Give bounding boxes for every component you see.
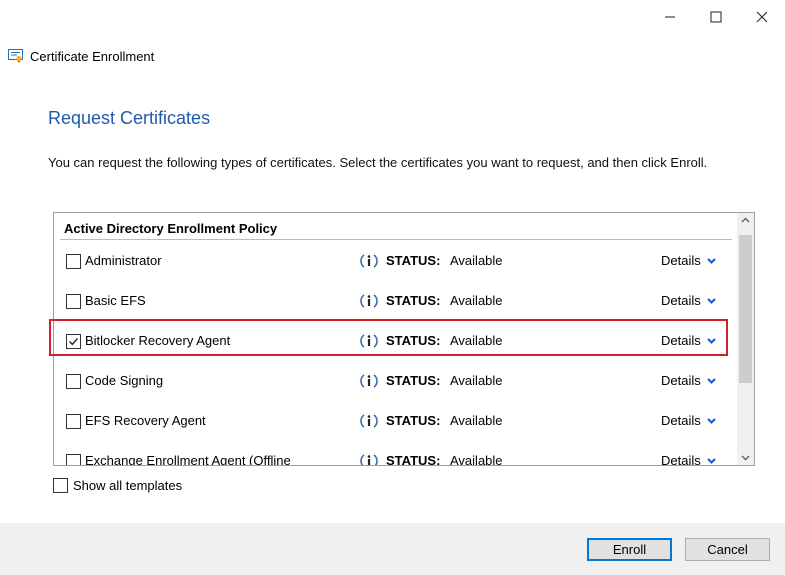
window-controls [647, 0, 785, 34]
certificate-row-efs-recovery-agent[interactable]: EFS Recovery Agent STATUS: Available Det… [54, 401, 734, 441]
chevron-down-icon [707, 457, 716, 464]
status-value: Available [450, 293, 503, 308]
show-all-templates-label: Show all templates [73, 478, 183, 493]
info-icon [360, 414, 378, 428]
chevron-down-icon [707, 337, 716, 344]
details-toggle[interactable]: Details [661, 453, 716, 466]
certificate-name: Administrator [85, 253, 162, 268]
status-value: Available [450, 413, 503, 428]
info-icon [360, 294, 378, 308]
vertical-scrollbar[interactable] [737, 213, 754, 465]
certificate-name: EFS Recovery Agent [85, 413, 206, 428]
status-value: Available [450, 333, 503, 348]
details-label: Details [661, 293, 701, 308]
group-divider [60, 239, 732, 240]
info-icon [360, 454, 378, 465]
row-checkbox[interactable] [66, 374, 81, 389]
certificate-row-code-signing[interactable]: Code Signing STATUS: Available Details [54, 361, 734, 401]
details-label: Details [661, 253, 701, 268]
show-all-templates-option[interactable]: Show all templates [53, 478, 182, 493]
certificate-row-bitlocker-recovery-agent[interactable]: Bitlocker Recovery Agent STATUS: Availab… [54, 321, 734, 361]
status-label: STATUS: [386, 373, 441, 388]
row-checkbox[interactable] [66, 454, 81, 465]
maximize-icon [710, 11, 722, 23]
row-checkbox[interactable] [66, 334, 81, 349]
status-value: Available [450, 453, 503, 466]
show-all-templates-checkbox[interactable] [53, 478, 68, 493]
certificate-list[interactable]: Active Directory Enrollment Policy Admin… [53, 212, 755, 466]
certificate-row-exchange-enrollment-agent[interactable]: Exchange Enrollment Agent (Offline STATU… [54, 441, 734, 466]
status-label: STATUS: [386, 413, 441, 428]
chevron-down-icon [707, 377, 716, 384]
status-label: STATUS: [386, 293, 441, 308]
policy-group-header: Active Directory Enrollment Policy [64, 221, 278, 236]
chevron-down-icon [707, 417, 716, 424]
minimize-icon [665, 16, 675, 18]
instructions-text: You can request the following types of c… [48, 155, 708, 170]
details-toggle[interactable]: Details [661, 293, 716, 308]
details-label: Details [661, 373, 701, 388]
info-icon [360, 334, 378, 348]
certificate-name: Code Signing [85, 373, 164, 388]
status-value: Available [450, 373, 503, 388]
info-icon [360, 254, 378, 268]
title-bar: Certificate Enrollment [8, 46, 154, 66]
details-label: Details [661, 453, 701, 466]
scrollbar-thumb[interactable] [739, 235, 752, 383]
status-label: STATUS: [386, 253, 441, 268]
scroll-up-icon[interactable] [741, 217, 750, 223]
minimize-button[interactable] [647, 0, 693, 34]
row-checkbox[interactable] [66, 254, 81, 269]
close-icon [756, 11, 768, 23]
certificate-name: Exchange Enrollment Agent (Offline [85, 453, 291, 466]
details-toggle[interactable]: Details [661, 413, 716, 428]
row-checkbox[interactable] [66, 294, 81, 309]
close-button[interactable] [739, 0, 785, 34]
details-toggle[interactable]: Details [661, 373, 716, 388]
status-label: STATUS: [386, 333, 441, 348]
maximize-button[interactable] [693, 0, 739, 34]
details-label: Details [661, 413, 701, 428]
details-toggle[interactable]: Details [661, 253, 716, 268]
cancel-button[interactable]: Cancel [685, 538, 770, 561]
certificate-row-administrator[interactable]: Administrator STATUS: Available Details [54, 241, 734, 281]
status-value: Available [450, 253, 503, 268]
chevron-down-icon [707, 257, 716, 264]
row-checkbox[interactable] [66, 414, 81, 429]
certificate-name: Bitlocker Recovery Agent [85, 333, 231, 348]
enroll-button[interactable]: Enroll [587, 538, 672, 561]
certificate-name: Basic EFS [85, 293, 146, 308]
scroll-down-icon[interactable] [741, 455, 750, 461]
details-toggle[interactable]: Details [661, 333, 716, 348]
checkmark-icon [69, 338, 79, 346]
page-title: Request Certificates [48, 108, 211, 128]
certificate-icon [8, 49, 23, 63]
window-title: Certificate Enrollment [30, 48, 155, 64]
status-label: STATUS: [386, 453, 441, 466]
details-label: Details [661, 333, 701, 348]
info-icon [360, 374, 378, 388]
chevron-down-icon [707, 297, 716, 304]
certificate-row-basic-efs[interactable]: Basic EFS STATUS: Available Details [54, 281, 734, 321]
